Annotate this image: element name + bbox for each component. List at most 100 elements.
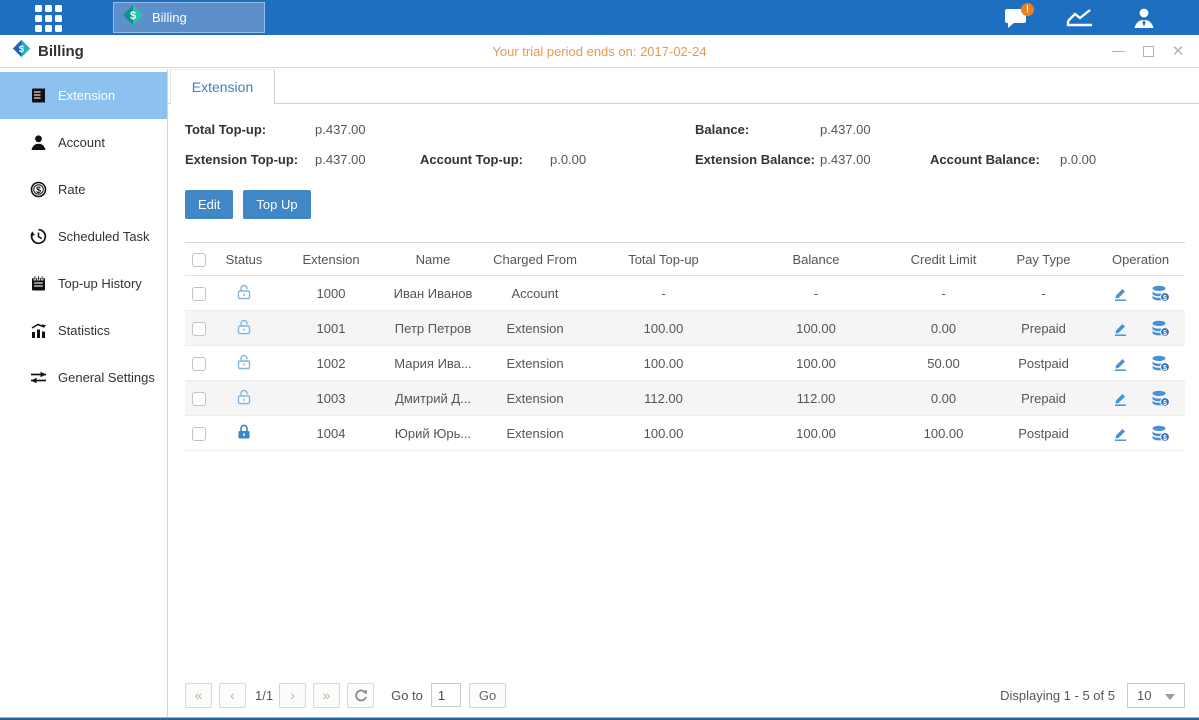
next-page-button[interactable]: › (279, 683, 306, 708)
cell-pay-type: Postpaid (991, 416, 1096, 451)
cell-pay-type: - (991, 276, 1096, 311)
general-settings-sliders-icon (30, 369, 47, 386)
cell-name: Иван Иванов (387, 276, 479, 311)
sidebar-item-scheduled-task[interactable]: Scheduled Task (0, 213, 167, 260)
column-header-extension: Extension (275, 243, 387, 276)
cell-charged-from: Extension (479, 346, 591, 381)
table-row[interactable]: 1001 Петр Петров Extension 100.00 100.00… (185, 311, 1185, 346)
table-row[interactable]: 1004 Юрий Юрь... Extension 100.00 100.00… (185, 416, 1185, 451)
select-all-checkbox[interactable] (192, 253, 206, 267)
resource-monitor-icon[interactable] (1065, 5, 1095, 31)
edit-row-icon[interactable] (1112, 390, 1129, 407)
goto-label: Go to (391, 688, 423, 703)
account-balance-label: Account Balance: (930, 152, 1060, 167)
sidebar-item-account[interactable]: Account (0, 119, 167, 166)
top-up-row-icon[interactable]: $ (1151, 320, 1170, 337)
sidebar-item-label: General Settings (58, 370, 155, 385)
first-page-button[interactable]: « (185, 683, 212, 708)
notifications-chat-icon[interactable]: ! (1001, 5, 1031, 31)
row-checkbox[interactable] (192, 287, 206, 301)
top-up-row-icon[interactable]: $ (1151, 355, 1170, 372)
status-unlocked-icon (235, 388, 253, 409)
refresh-button[interactable] (347, 683, 374, 708)
top-up-row-icon[interactable]: $ (1151, 425, 1170, 442)
sidebar-item-label: Top-up History (58, 276, 142, 291)
cell-extension: 1000 (275, 276, 387, 311)
top-up-row-icon[interactable]: $ (1151, 285, 1170, 302)
edit-row-icon[interactable] (1112, 425, 1129, 442)
sidebar-item-general-settings[interactable]: General Settings (0, 354, 167, 401)
page-size-value: 10 (1137, 688, 1151, 703)
cell-name: Мария Ива... (387, 346, 479, 381)
chevron-down-icon (1165, 694, 1175, 700)
apps-grid-icon[interactable] (35, 5, 69, 31)
extension-topup-value: p.437.00 (315, 152, 420, 167)
cell-name: Дмитрий Д... (387, 381, 479, 416)
notification-badge: ! (1021, 3, 1034, 16)
user-account-icon[interactable] (1129, 5, 1159, 31)
svg-text:$: $ (1163, 435, 1167, 442)
cell-extension: 1001 (275, 311, 387, 346)
svg-text:$: $ (19, 44, 25, 55)
cell-credit-limit: 50.00 (896, 346, 991, 381)
column-header-credit-limit: Credit Limit (896, 243, 991, 276)
total-topup-value: p.437.00 (315, 122, 420, 137)
page-indicator: 1/1 (255, 688, 273, 703)
trial-notice: Your trial period ends on: 2017-02-24 (0, 44, 1199, 59)
extension-balance-label: Extension Balance: (695, 152, 820, 167)
close-button[interactable]: ✕ (1171, 45, 1185, 59)
status-unlocked-icon (235, 283, 253, 304)
edit-button[interactable]: Edit (185, 190, 233, 219)
sidebar-item-topup-history[interactable]: Top-up History (0, 260, 167, 307)
extension-balance-value: p.437.00 (820, 152, 930, 167)
row-checkbox[interactable] (192, 427, 206, 441)
cell-pay-type: Prepaid (991, 311, 1096, 346)
status-unlocked-icon (235, 318, 253, 339)
column-header-operation: Operation (1096, 243, 1185, 276)
last-page-button[interactable]: » (313, 683, 340, 708)
table-row[interactable]: 1003 Дмитрий Д... Extension 112.00 112.0… (185, 381, 1185, 416)
page-size-select[interactable]: 10 (1127, 683, 1185, 708)
table-row[interactable]: 1002 Мария Ива... Extension 100.00 100.0… (185, 346, 1185, 381)
row-checkbox[interactable] (192, 392, 206, 406)
sidebar-item-statistics[interactable]: Statistics (0, 307, 167, 354)
edit-row-icon[interactable] (1112, 355, 1129, 372)
maximize-button[interactable] (1141, 45, 1155, 59)
sidebar-item-rate[interactable]: $ Rate (0, 166, 167, 213)
cell-extension: 1004 (275, 416, 387, 451)
cell-charged-from: Extension (479, 311, 591, 346)
balance-summary: Total Top-up: p.437.00 Balance: p.437.00… (185, 122, 1185, 167)
cell-total-topup: 100.00 (591, 416, 736, 451)
taskbar-item-label: Billing (152, 10, 187, 25)
column-header-charged-from: Charged From (479, 243, 591, 276)
table-header-row: Status Extension Name Charged From Total… (185, 243, 1185, 276)
tab-extension[interactable]: Extension (170, 69, 275, 104)
row-checkbox[interactable] (192, 357, 206, 371)
cell-charged-from: Account (479, 276, 591, 311)
sidebar-item-extension[interactable]: Extension (0, 72, 167, 119)
sidebar-item-label: Account (58, 135, 105, 150)
cell-credit-limit: 0.00 (896, 381, 991, 416)
prev-page-button[interactable]: ‹ (219, 683, 246, 708)
svg-text:$: $ (1163, 365, 1167, 372)
sidebar: Extension Account $ Rate (0, 69, 168, 717)
edit-row-icon[interactable] (1112, 285, 1129, 302)
cell-pay-type: Postpaid (991, 346, 1096, 381)
table-row[interactable]: 1000 Иван Иванов Account - - - - (185, 276, 1185, 311)
minimize-button[interactable] (1111, 45, 1125, 59)
taskbar-item-billing[interactable]: $ Billing (113, 2, 265, 33)
row-checkbox[interactable] (192, 322, 206, 336)
top-taskbar: $ Billing ! (0, 0, 1199, 35)
goto-page-input[interactable] (431, 683, 461, 707)
top-up-row-icon[interactable]: $ (1151, 390, 1170, 407)
window-title: Billing (38, 43, 84, 60)
column-header-pay-type: Pay Type (991, 243, 1096, 276)
pagination-bar: « ‹ 1/1 › » Go to Go Displaying 1 - 5 of… (185, 682, 1185, 708)
cell-total-topup: 112.00 (591, 381, 736, 416)
top-up-button[interactable]: Top Up (243, 190, 310, 219)
cell-credit-limit: 0.00 (896, 311, 991, 346)
window-titlebar: Your trial period ends on: 2017-02-24 $ … (0, 35, 1199, 68)
column-header-balance: Balance (736, 243, 896, 276)
edit-row-icon[interactable] (1112, 320, 1129, 337)
go-button[interactable]: Go (469, 683, 506, 708)
